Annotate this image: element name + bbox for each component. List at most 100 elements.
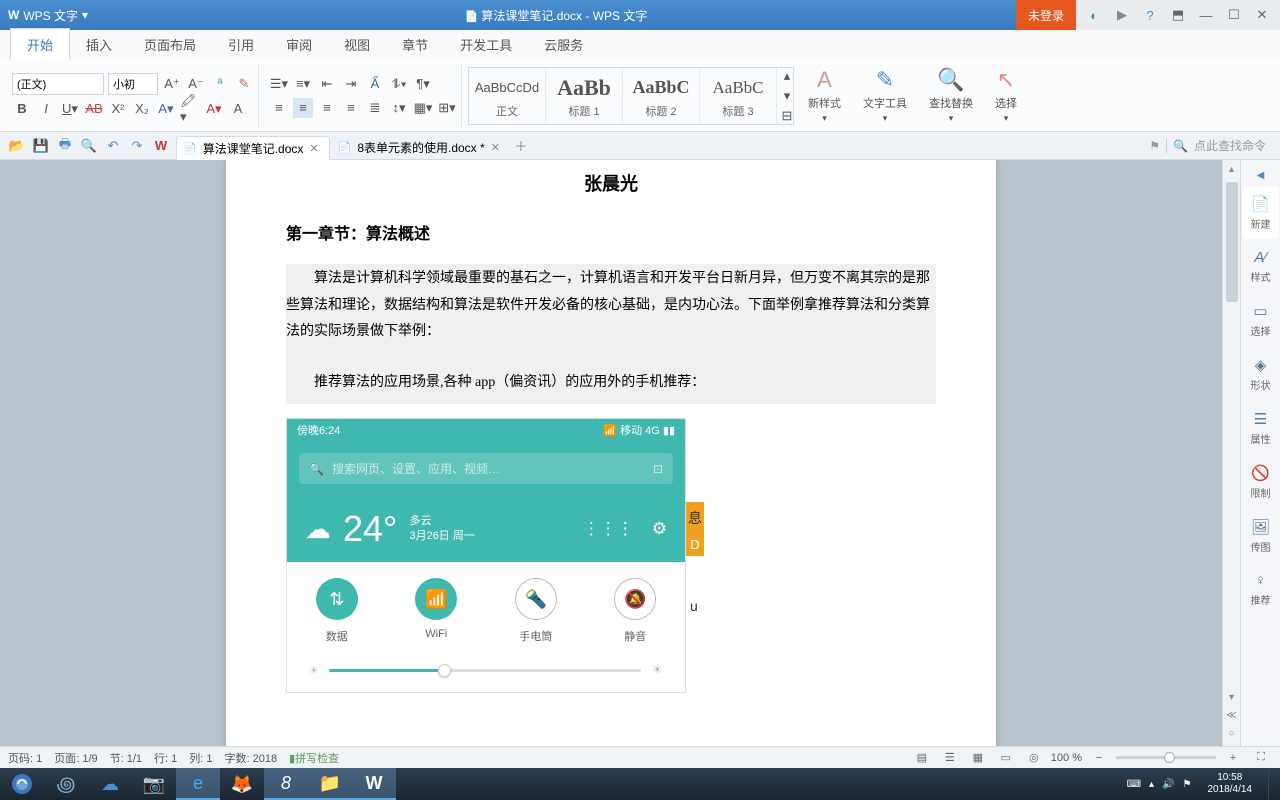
status-spellcheck[interactable]: ▮拼写检查	[289, 750, 339, 766]
phonetic-button[interactable]: A̋	[365, 74, 385, 94]
rp-select[interactable]: ▭选择	[1243, 294, 1279, 346]
ribbon-toggle-icon[interactable]: ⬒	[1166, 3, 1190, 27]
zoom-out-button[interactable]: −	[1088, 750, 1110, 766]
align-right-button[interactable]: ≡	[317, 98, 337, 118]
tab-cloud[interactable]: 云服务	[528, 29, 599, 60]
status-section[interactable]: 节: 1/1	[110, 750, 142, 766]
doc-tab-1[interactable]: 📄 算法课堂笔记.docx ✕	[176, 136, 330, 160]
indent-button[interactable]: ⇥	[341, 74, 361, 94]
print-button[interactable]: 🖶	[56, 137, 74, 155]
print-preview-button[interactable]: 🔍	[80, 137, 98, 155]
new-style-button[interactable]: A 新样式▾	[800, 67, 849, 125]
zoom-value[interactable]: 100 %	[1051, 752, 1082, 764]
bullets-button[interactable]: ☰▾	[269, 74, 289, 94]
help-icon[interactable]: ?	[1138, 3, 1162, 27]
asian-layout-button[interactable]: ⥮▾	[389, 74, 409, 94]
view-print-button[interactable]: ▤	[911, 750, 933, 766]
tray-keyboard-icon[interactable]: ⌨	[1127, 779, 1141, 790]
scroll-up-button[interactable]: ▴	[1223, 160, 1240, 178]
prev-page-button[interactable]: ≪	[1223, 706, 1240, 724]
fit-width-button[interactable]: ⛶	[1250, 750, 1272, 766]
rp-recommend[interactable]: ♀推荐	[1243, 564, 1279, 615]
tab-review[interactable]: 审阅	[270, 29, 328, 60]
app-dropdown-icon[interactable]: ▾	[82, 8, 88, 22]
tray-clock[interactable]: 10:58 2018/4/14	[1200, 772, 1261, 796]
command-search[interactable]: ⚑ 🔍 点此查找命令	[1149, 137, 1276, 154]
minimize-button[interactable]: —	[1194, 3, 1218, 27]
open-button[interactable]: 📂	[8, 137, 26, 155]
font-name-select[interactable]	[12, 73, 104, 95]
find-replace-button[interactable]: 🔍 查找替换▾	[921, 67, 981, 125]
vertical-scrollbar[interactable]: ▴ ▾ ≪ ○ ≫	[1222, 160, 1240, 760]
wps-home-button[interactable]: W	[152, 137, 170, 155]
app-logo[interactable]: W WPS 文字 ▾	[0, 7, 96, 24]
strikethrough-button[interactable]: AB	[84, 99, 104, 119]
zoom-in-button[interactable]: +	[1222, 750, 1244, 766]
borders-button[interactable]: ⊞▾	[437, 98, 457, 118]
tab-section[interactable]: 章节	[386, 29, 444, 60]
font-color-button[interactable]: A▾	[204, 99, 224, 119]
style-gallery-up[interactable]: ▴	[777, 66, 797, 86]
shading-button[interactable]: ▦▾	[413, 98, 433, 118]
view-web-button[interactable]: ▦	[967, 750, 989, 766]
rp-restrict[interactable]: 🚫限制	[1243, 456, 1279, 508]
status-page[interactable]: 页面: 1/9	[54, 750, 97, 766]
tab-reference[interactable]: 引用	[212, 29, 270, 60]
rp-property[interactable]: ☰属性	[1243, 402, 1279, 454]
app-firefox[interactable]: 🦊	[220, 768, 264, 800]
align-justify-button[interactable]: ≡	[341, 98, 361, 118]
rp-upload[interactable]: 🖼传图	[1243, 510, 1279, 562]
maximize-button[interactable]: ☐	[1222, 3, 1246, 27]
underline-button[interactable]: U▾	[60, 99, 80, 119]
browse-object-button[interactable]: ○	[1223, 724, 1240, 742]
close-button[interactable]: ✕	[1250, 3, 1274, 27]
style-normal[interactable]: AaBbCcDd 正文	[469, 68, 546, 124]
show-marks-button[interactable]: ¶▾	[413, 74, 433, 94]
app-wps[interactable]: W	[352, 768, 396, 800]
change-case-button[interactable]: ª	[210, 74, 230, 94]
scroll-down-button[interactable]: ▾	[1223, 688, 1240, 706]
tab-home[interactable]: 开始	[10, 28, 70, 60]
tab-layout[interactable]: 页面布局	[128, 29, 212, 60]
view-focus-button[interactable]: ◎	[1023, 750, 1045, 766]
rp-collapse-arrow[interactable]: ◀	[1243, 166, 1279, 185]
subscript-button[interactable]: X₂	[132, 99, 152, 119]
style-gallery-more[interactable]: ⊟	[777, 106, 797, 126]
doc-tab-1-close[interactable]: ✕	[309, 142, 318, 155]
tab-insert[interactable]: 插入	[70, 29, 128, 60]
redo-button[interactable]: ↷	[128, 137, 146, 155]
align-center-button[interactable]: ≡	[293, 98, 313, 118]
undo-button[interactable]: ↶	[104, 137, 122, 155]
highlight-button[interactable]: 🖍▾	[180, 99, 200, 119]
app-camera[interactable]: 📷	[132, 768, 176, 800]
login-button[interactable]: 未登录	[1016, 0, 1076, 30]
shrink-font-button[interactable]: A⁻	[186, 74, 206, 94]
status-words[interactable]: 字数: 2018	[225, 750, 278, 766]
view-outline-button[interactable]: ☰	[939, 750, 961, 766]
tab-devtools[interactable]: 开发工具	[444, 29, 528, 60]
text-tools-button[interactable]: ✎ 文字工具▾	[855, 67, 915, 125]
cloud-icon[interactable]: ◐	[1082, 3, 1106, 27]
new-tab-button[interactable]: ＋	[512, 137, 530, 155]
doc-tab-2-close[interactable]: ✕	[491, 141, 500, 154]
view-read-button[interactable]: ▭	[995, 750, 1017, 766]
superscript-button[interactable]: X²	[108, 99, 128, 119]
scroll-thumb[interactable]	[1226, 182, 1238, 302]
app-ie[interactable]: e	[176, 768, 220, 800]
save-button[interactable]: 💾	[32, 137, 50, 155]
font-size-select[interactable]	[108, 73, 158, 95]
app-swirl[interactable]: ꩜	[44, 768, 88, 800]
distribute-button[interactable]: ≣	[365, 98, 385, 118]
bold-button[interactable]: B	[12, 99, 32, 119]
tray-volume-icon[interactable]: 🔊	[1162, 779, 1174, 790]
grow-font-button[interactable]: A⁺	[162, 74, 182, 94]
style-heading1[interactable]: AaBb 标题 1	[546, 68, 623, 124]
doc-tab-2[interactable]: 📄 8表单元素的使用.docx * ✕	[332, 136, 510, 160]
tray-up-icon[interactable]: ▴	[1149, 779, 1154, 790]
rp-style[interactable]: A⁄样式	[1243, 241, 1279, 292]
app-editor[interactable]: 8	[264, 768, 308, 800]
app-baidu-netdisk[interactable]: ☁	[88, 768, 132, 800]
style-gallery-down[interactable]: ▾	[777, 86, 797, 106]
zoom-slider[interactable]	[1116, 756, 1216, 759]
italic-button[interactable]: I	[36, 99, 56, 119]
